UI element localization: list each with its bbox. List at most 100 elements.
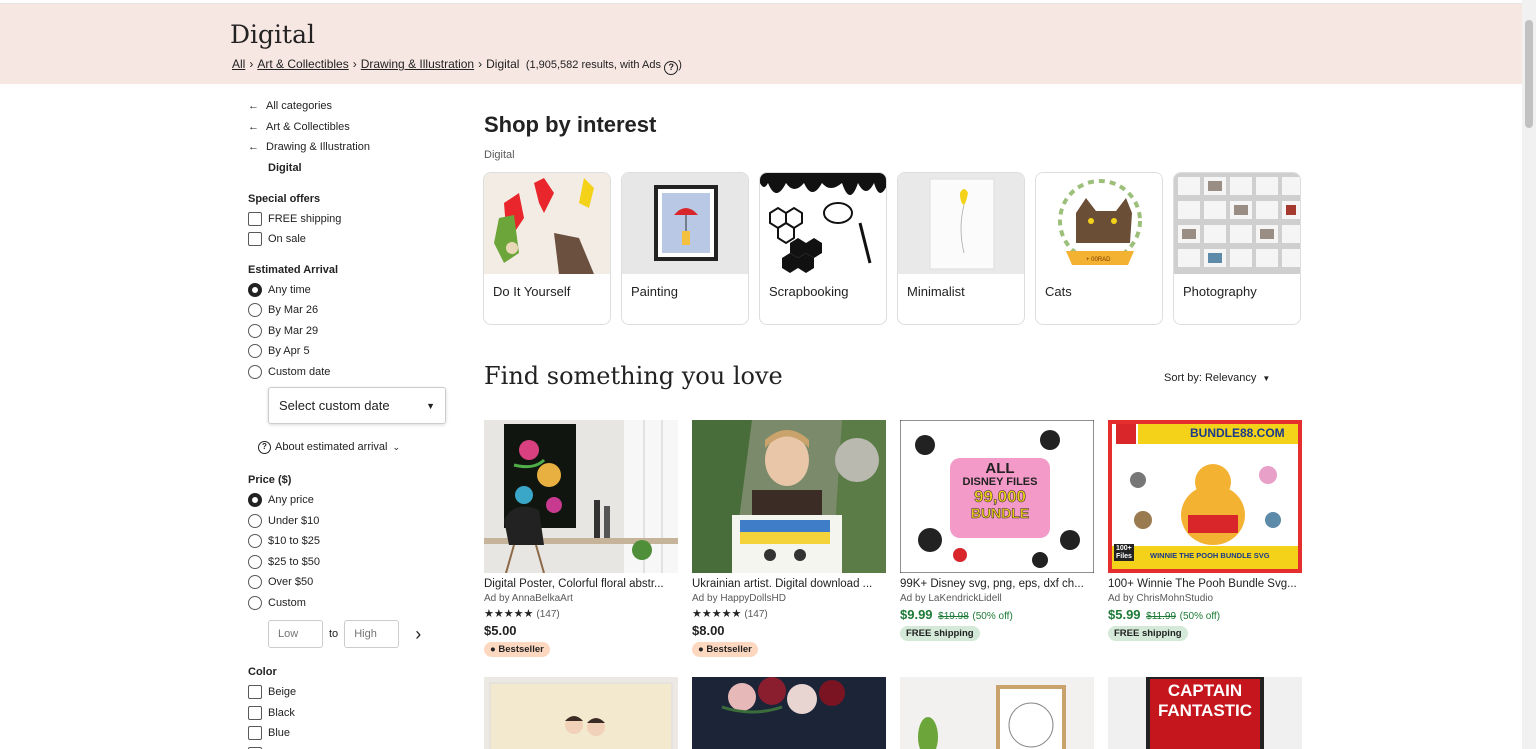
medal-icon: ● xyxy=(490,644,496,655)
interest-card-cats[interactable]: + 00RAD Cats xyxy=(1035,172,1163,325)
price-high-input[interactable] xyxy=(344,620,400,648)
results-count: (1,905,582 results, with Ads xyxy=(525,59,661,71)
cat-banner-text: + 00RAD xyxy=(1086,257,1111,263)
interest-card-minimalist[interactable]: Minimalist xyxy=(897,172,1025,325)
nav-art-collectibles[interactable]: ← Art & Collectibles xyxy=(248,117,458,138)
interest-card-painting[interactable]: Painting xyxy=(621,172,749,325)
color-beige[interactable]: Beige xyxy=(248,682,458,703)
page-scrollbar[interactable] xyxy=(1522,0,1536,749)
listing-title[interactable]: Ukrainian artist. Digital download ... xyxy=(692,578,886,590)
checkbox[interactable] xyxy=(248,211,262,226)
price-under-10[interactable]: Under $10 xyxy=(248,511,458,532)
free-shipping-badge: FREE shipping xyxy=(1108,626,1188,641)
listing-title[interactable]: 100+ Winnie The Pooh Bundle Svg... xyxy=(1108,578,1302,590)
color-title: Color xyxy=(248,666,277,678)
scrollbar-thumb[interactable] xyxy=(1525,20,1533,128)
chevron-down-icon: ⌄ xyxy=(392,441,401,452)
about-arrival-toggle[interactable]: ? About estimated arrival ⌄ xyxy=(258,438,458,456)
listing-card[interactable]: ALL DISNEY FILES 99,000 BUNDLE 99K+ Disn… xyxy=(900,420,1094,657)
arrival-custom-date[interactable]: Custom date xyxy=(248,362,458,383)
price-10-25[interactable]: $10 to $25 xyxy=(248,531,458,552)
ads-help-icon[interactable]: ? xyxy=(664,61,679,75)
filter-sidebar: ← All categories ← Art & Collectibles ← Dra… xyxy=(248,96,458,749)
category-banner: Digital All › Art & Collectibles › Drawing &… xyxy=(0,4,1522,84)
listing-title[interactable]: Digital Poster, Colorful floral abstr... xyxy=(484,578,678,590)
radio[interactable] xyxy=(248,595,262,610)
listing-card[interactable]: Ukrainian artist. Digital download ... A… xyxy=(692,420,886,657)
listing-image[interactable] xyxy=(484,677,678,749)
interest-label: Photography xyxy=(1183,284,1257,299)
radio[interactable] xyxy=(248,513,262,528)
nav-drawing-illustration[interactable]: ← Drawing & Illustration xyxy=(248,137,458,158)
interest-card-photography[interactable]: Photography xyxy=(1173,172,1301,325)
radio[interactable] xyxy=(248,364,262,379)
sort-dropdown[interactable]: Sort by: Relevancy ▼ xyxy=(1164,372,1270,384)
listing-image[interactable] xyxy=(692,677,886,749)
interest-label: Minimalist xyxy=(907,284,965,299)
discount: (50% off) xyxy=(1179,611,1221,622)
custom-date-select[interactable]: Select custom date ▼ xyxy=(268,387,446,424)
radio-selected[interactable] xyxy=(248,282,262,297)
checkbox[interactable] xyxy=(248,232,262,247)
listing-card[interactable]: Digital Poster, Colorful floral abstr...… xyxy=(484,420,678,657)
radio[interactable] xyxy=(248,534,262,549)
arrival-mar-26[interactable]: By Mar 26 xyxy=(248,300,458,321)
interest-cards: Do It Yourself Painting Scrapbooking Min… xyxy=(483,172,1301,325)
back-arrow-icon: ← xyxy=(248,100,259,113)
interest-image-scrapbooking xyxy=(760,173,886,274)
listing-image[interactable]: CAPTAIN FANTASTIC xyxy=(1108,677,1302,749)
radio[interactable] xyxy=(248,303,262,318)
price-low-input[interactable] xyxy=(268,620,323,648)
star-rating-icon: ★★★★★ xyxy=(692,608,742,620)
filter-on-sale[interactable]: On sale xyxy=(248,229,458,250)
listing-image[interactable] xyxy=(484,420,678,573)
listing-price: $5.99 $11.99 (50% off) xyxy=(1108,607,1221,622)
price-any[interactable]: Any price xyxy=(248,490,458,511)
interest-label: Do It Yourself xyxy=(493,284,571,299)
listing-grid: Digital Poster, Colorful floral abstr...… xyxy=(484,420,1302,657)
listing-image[interactable] xyxy=(692,420,886,573)
checkbox[interactable] xyxy=(248,685,262,700)
listing-card[interactable]: BUNDLE88.COM WINNIE THE POOH BUNDLE SVG … xyxy=(1108,420,1302,657)
color-more[interactable] xyxy=(248,744,458,749)
chevron-right-icon[interactable]: › xyxy=(415,624,421,645)
interest-card-scrapbooking[interactable]: Scrapbooking xyxy=(759,172,887,325)
listing-grid-row-2: CAPTAIN FANTASTIC xyxy=(484,677,1302,749)
listing-ad-shop: Ad by ChrisMohnStudio xyxy=(1108,593,1214,604)
listing-image[interactable]: BUNDLE88.COM WINNIE THE POOH BUNDLE SVG … xyxy=(1108,420,1302,573)
results-close: ) xyxy=(678,59,682,71)
listing-image[interactable]: ALL DISNEY FILES 99,000 BUNDLE xyxy=(900,420,1094,573)
radio[interactable] xyxy=(248,323,262,338)
radio[interactable] xyxy=(248,554,262,569)
price-custom[interactable]: Custom xyxy=(248,593,458,614)
main-content: Shop by interest Digital Do It Yourself xyxy=(483,112,1304,749)
arrival-mar-29[interactable]: By Mar 29 xyxy=(248,321,458,342)
price-25-50[interactable]: $25 to $50 xyxy=(248,552,458,573)
arrival-any-time[interactable]: Any time xyxy=(248,280,458,301)
listing-title[interactable]: 99K+ Disney svg, png, eps, dxf ch... xyxy=(900,578,1094,590)
listing-image[interactable] xyxy=(900,677,1094,749)
help-icon: ? xyxy=(258,440,271,454)
bestseller-badge: ● Bestseller xyxy=(484,642,550,657)
nav-all-categories[interactable]: ← All categories xyxy=(248,96,458,117)
listing-rating: ★★★★★ (147) xyxy=(692,608,768,620)
radio-selected[interactable] xyxy=(248,493,262,508)
interest-card-diy[interactable]: Do It Yourself xyxy=(483,172,611,325)
price-to-label: to xyxy=(329,628,339,640)
arrival-apr-5[interactable]: By Apr 5 xyxy=(248,341,458,362)
back-arrow-icon: ← xyxy=(248,120,259,133)
breadcrumb-art-collectibles[interactable]: Art & Collectibles xyxy=(257,57,348,71)
listing-image-count-text: 100+ Files xyxy=(1114,544,1134,562)
interest-image-photography xyxy=(1174,173,1300,274)
caret-down-icon: ▼ xyxy=(426,400,435,411)
color-black[interactable]: Black xyxy=(248,703,458,724)
price-over-50[interactable]: Over $50 xyxy=(248,572,458,593)
radio[interactable] xyxy=(248,575,262,590)
breadcrumb-all[interactable]: All xyxy=(232,57,245,71)
filter-free-shipping[interactable]: FREE shipping xyxy=(248,209,458,230)
radio[interactable] xyxy=(248,344,262,359)
checkbox[interactable] xyxy=(248,726,262,741)
breadcrumb-drawing-illustration[interactable]: Drawing & Illustration xyxy=(361,57,474,71)
color-blue[interactable]: Blue xyxy=(248,723,458,744)
checkbox[interactable] xyxy=(248,705,262,720)
